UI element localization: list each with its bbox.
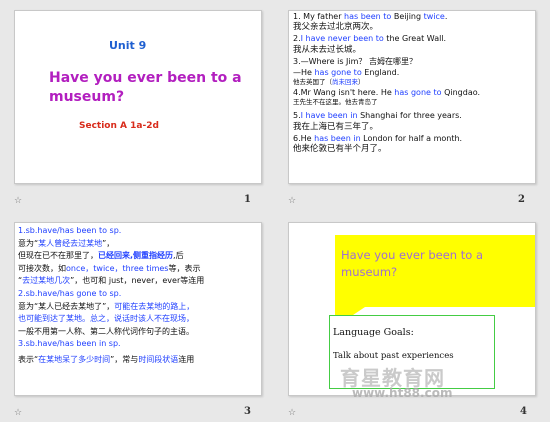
slide-title: Have you ever been to a museum?: [49, 69, 242, 107]
slide2-content: 1. My father has been to Beijing twice. …: [293, 11, 480, 155]
section-label: Section A 1a-2d: [79, 121, 159, 131]
example-line: —He has gone to England.: [293, 68, 400, 78]
slide-number: 4: [520, 406, 527, 417]
text-line: 意为“某人曾经去过某地”，: [18, 238, 115, 248]
transition-star-icon: ☆: [14, 408, 23, 418]
translation-line: 他去英国了（尚未回来）: [293, 78, 365, 87]
slide-number: 2: [518, 194, 525, 205]
watermark-url: www.ht88.com: [352, 386, 453, 400]
text-line: 也可能到达了某地。总之，说话时该人不在现场，: [18, 314, 194, 324]
slide-title: Have you ever been to a museum?: [341, 247, 483, 281]
text-line: 可接次数，如once，twice，three times等，表示: [18, 263, 201, 273]
grammar-heading: 3.sb.have/has been in sp.: [18, 339, 121, 349]
title-line-2: museum?: [341, 265, 398, 279]
text-line: 但现在已不在那里了，已经回来,侧重指经历,后: [18, 251, 184, 261]
example-line: 4.Mr Wang isn't here. He has gone to Qin…: [293, 88, 481, 98]
translation-line: 他来伦敦已有半个月了。: [293, 144, 387, 155]
grammar-heading: 1.sb.have/has been to sp.: [18, 226, 122, 235]
text-line: 意为“某人已经去某地了”，可能在去某地的路上，: [18, 301, 195, 311]
transition-star-icon: ☆: [288, 408, 297, 418]
slide-number: 3: [244, 406, 251, 417]
title-line-1: Have you ever been to a: [49, 70, 242, 86]
transition-star-icon: ☆: [288, 196, 297, 206]
slide-number: 1: [244, 194, 251, 205]
title-line-1: Have you ever been to a: [341, 248, 483, 262]
title-line-2: museum?: [49, 89, 125, 105]
language-goals-label: Language Goals:: [333, 327, 414, 338]
example-line: 3.—Where is Jim？ 吉姆在哪里？: [293, 56, 417, 66]
slide3-content: 1.sb.have/has been to sp. 意为“某人曾经去过某地”， …: [18, 225, 204, 367]
text-line: 表示“在某地呆了多少时间”，常与时间段状语连用: [18, 354, 195, 364]
translation-line: 我父亲去过北京两次。: [293, 22, 379, 33]
slide-thumbnail-2[interactable]: 1. My father has been to Beijing twice. …: [288, 10, 536, 184]
translation-line: 王先生不在这里。他去青岛了: [293, 98, 378, 107]
text-line: 一般不用第一人称、第二人称代词作句子的主语。: [18, 326, 194, 336]
slide-thumbnail-3[interactable]: 1.sb.have/has been to sp. 意为“某人曾经去过某地”， …: [14, 222, 262, 396]
unit-label: Unit 9: [109, 39, 147, 52]
translation-line: 我从未去过长城。: [293, 44, 362, 55]
example-line: 1. My father has been to Beijing twice.: [293, 12, 448, 21]
goal-text: Talk about past experiences: [333, 351, 454, 361]
grammar-heading: 2.sb.have/has gone to sp.: [18, 288, 122, 298]
translation-line: 我在上海已有三年了。: [293, 121, 379, 132]
transition-star-icon: ☆: [14, 196, 23, 206]
example-line: 2.I have never been to the Great Wall.: [293, 34, 447, 44]
slide-thumbnail-1[interactable]: Unit 9 Have you ever been to a museum? S…: [14, 10, 262, 184]
text-line: “去过某地几次”，也可和 just，never，ever等连用: [18, 276, 205, 286]
example-line: 5.I have been in Shanghai for three year…: [293, 111, 462, 121]
example-line: 6.He has been in London for half a month…: [293, 133, 463, 143]
